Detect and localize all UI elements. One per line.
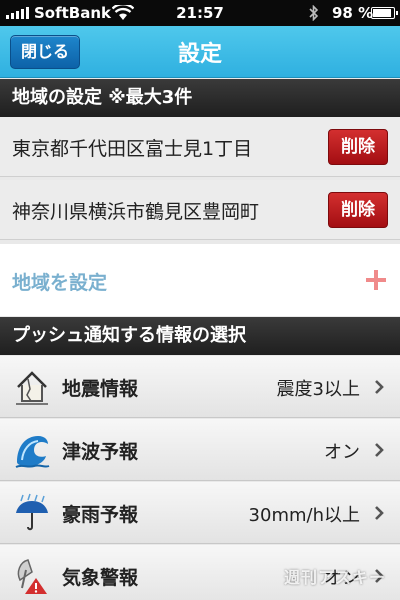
battery-percent: 98 %: [332, 4, 374, 22]
push-item-tsunami[interactable]: 津波予報 オン: [0, 419, 400, 481]
push-item-heavy-rain[interactable]: 豪雨予報 30mm/h以上: [0, 482, 400, 544]
push-item-earthquake[interactable]: 地震情報 震度3以上: [0, 356, 400, 418]
chevron-right-icon: [375, 506, 384, 520]
delete-region-button[interactable]: 削除: [328, 129, 388, 165]
push-item-label: 津波予報: [62, 441, 139, 463]
bluetooth-icon: [309, 5, 319, 21]
push-item-label: 地震情報: [62, 378, 139, 400]
region-label: 神奈川県横浜市鶴見区豊岡町: [12, 201, 260, 223]
push-item-value: オン: [324, 442, 360, 463]
battery-icon: [371, 7, 398, 19]
push-item-label: 豪雨予報: [62, 504, 139, 526]
tsunami-wave-icon: [15, 436, 50, 468]
region-label: 東京都千代田区富士見1丁目: [12, 138, 253, 160]
chevron-right-icon: [375, 443, 384, 457]
region-section-header: 地域の設定 ※最大3件: [0, 79, 400, 117]
add-region-row[interactable]: 地域を設定: [0, 244, 400, 316]
push-section-header: プッシュ通知する情報の選択: [0, 317, 400, 355]
earthquake-house-icon: [16, 371, 48, 405]
push-item-value: 30mm/h以上: [248, 505, 360, 526]
umbrella-rain-icon: [16, 493, 48, 531]
weather-warning-icon: [17, 559, 47, 594]
status-bar: SoftBank 21:57 98 %: [0, 0, 400, 26]
chevron-right-icon: [375, 380, 384, 394]
add-region-label: 地域を設定: [12, 272, 108, 294]
region-row: 東京都千代田区富士見1丁目 削除: [0, 117, 400, 177]
nav-bar: 閉じる 設定: [0, 26, 400, 78]
page-title: 設定: [177, 41, 222, 66]
push-item-value: 震度3以上: [276, 379, 360, 400]
push-item-label: 気象警報: [62, 567, 139, 589]
delete-region-button[interactable]: 削除: [328, 192, 388, 228]
region-row: 神奈川県横浜市鶴見区豊岡町 削除: [0, 180, 400, 240]
watermark: 週刊アスキー: [283, 568, 386, 587]
plus-icon: [366, 270, 386, 290]
